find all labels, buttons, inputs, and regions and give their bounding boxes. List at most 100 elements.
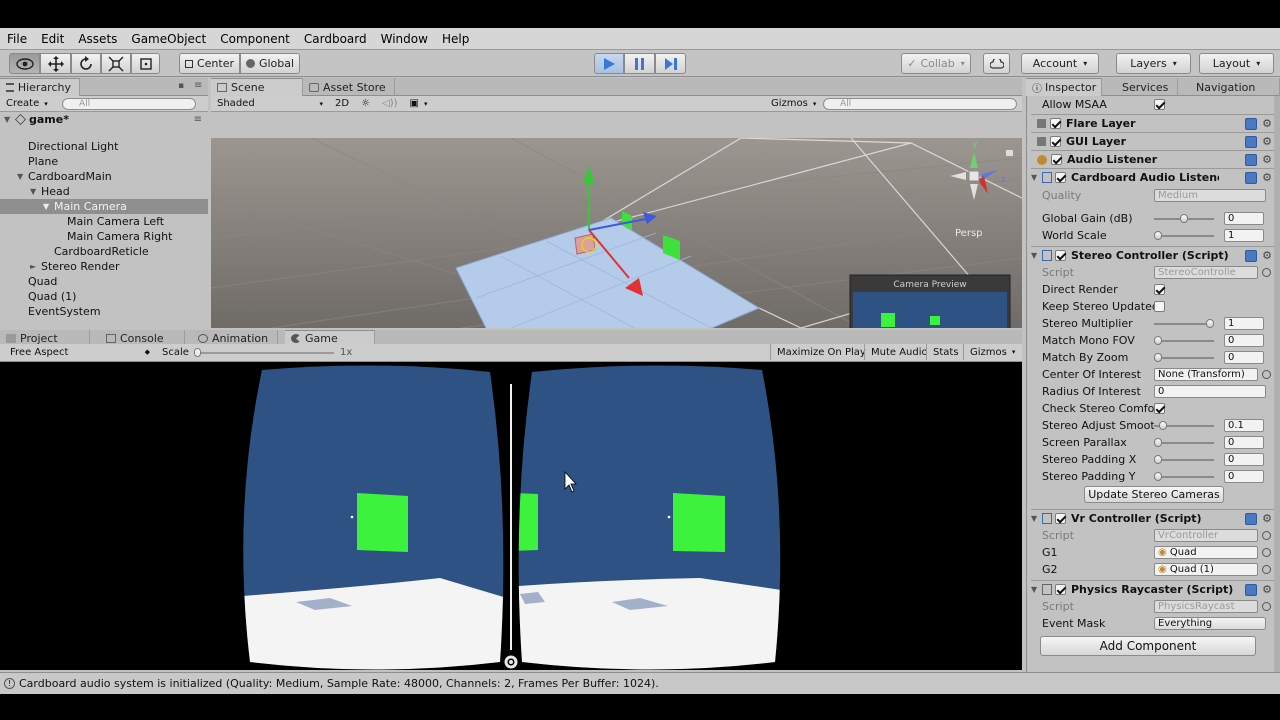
scale-tool-button[interactable] [101, 53, 131, 74]
match-mono-fov-slider[interactable] [1154, 334, 1214, 347]
hierarchy-item[interactable]: CardboardReticle [43, 244, 149, 259]
gizmos-dropdown[interactable]: Gizmos ▾ [765, 96, 822, 112]
object-picker-icon[interactable] [1262, 564, 1271, 574]
tab-asset-store[interactable]: Asset Store [303, 78, 395, 96]
menu-window[interactable]: Window [374, 32, 435, 46]
pivot-center-toggle[interactable]: Center [179, 53, 240, 74]
rotate-tool-button[interactable] [71, 53, 101, 74]
object-picker-icon[interactable] [1262, 530, 1271, 540]
sun-lighting-icon[interactable]: ☼ [355, 96, 376, 112]
allow-msaa-checkbox[interactable] [1154, 98, 1165, 110]
object-picker-icon[interactable] [1262, 601, 1271, 611]
stereo-controller-component[interactable]: ▼ Stereo Controller (Script) ⚙ [1031, 246, 1277, 264]
stereo-multiplier-slider[interactable] [1154, 317, 1214, 330]
g1-field[interactable]: ◉ Quad [1154, 545, 1258, 559]
menu-gameobject[interactable]: GameObject [124, 32, 213, 46]
help-book-icon[interactable] [1245, 136, 1257, 148]
center-of-interest-field[interactable]: None (Transform) [1154, 367, 1258, 381]
audio-listener-component[interactable]: Audio Listener ⚙ [1031, 150, 1277, 168]
stereo-padding-y-field[interactable]: 0 [1224, 469, 1264, 483]
tab-hierarchy[interactable]: Hierarchy [0, 78, 80, 96]
game-viewport[interactable] [0, 362, 1022, 670]
menu-component[interactable]: Component [213, 32, 297, 46]
pause-button[interactable] [624, 53, 655, 74]
stats-toggle[interactable]: Stats [926, 344, 965, 360]
hierarchy-item[interactable]: Directional Light [17, 139, 118, 154]
stereo-padding-y-slider[interactable] [1154, 470, 1214, 483]
gear-icon[interactable]: ⚙ [1261, 154, 1273, 166]
help-book-icon[interactable] [1245, 513, 1257, 525]
effects-image-icon[interactable]: ▣ ▾ [404, 96, 434, 112]
screen-parallax-slider[interactable] [1154, 436, 1214, 449]
menu-help[interactable]: Help [435, 32, 476, 46]
physics-raycaster-component[interactable]: ▼ Physics Raycaster (Script) ⚙ [1031, 580, 1277, 598]
gear-icon[interactable]: ⚙ [1261, 513, 1273, 525]
expand-arrow-icon[interactable]: ▼ [17, 172, 28, 181]
lock-icon[interactable] [1006, 150, 1013, 156]
play-button[interactable] [594, 53, 624, 74]
expand-arrow-icon[interactable]: ▼ [30, 187, 41, 196]
hierarchy-search-input[interactable]: All [62, 98, 196, 110]
hierarchy-item[interactable]: Quad (1) [17, 289, 76, 304]
hierarchy-item[interactable]: Main Camera Right [56, 229, 172, 244]
match-by-zoom-field[interactable]: 0 [1224, 350, 1264, 364]
scale-slider[interactable] [194, 348, 334, 357]
menu-edit[interactable]: Edit [34, 32, 71, 46]
g2-field[interactable]: ◉ Quad (1) [1154, 562, 1258, 576]
scene-search-input[interactable]: All [823, 98, 1017, 110]
gear-icon[interactable]: ⚙ [1261, 136, 1273, 148]
gear-icon[interactable]: ⚙ [1261, 118, 1273, 130]
stereo-adjust-slider[interactable] [1154, 419, 1214, 432]
keep-stereo-checkbox[interactable] [1154, 300, 1165, 312]
persp-label[interactable]: Persp [955, 228, 983, 239]
hierarchy-item[interactable]: EventSystem [17, 304, 101, 319]
expand-arrow-icon[interactable]: ► [30, 262, 41, 271]
game-gizmos-dropdown[interactable]: Gizmos ▾ [963, 344, 1021, 360]
help-book-icon[interactable] [1245, 584, 1257, 596]
help-book-icon[interactable] [1245, 118, 1257, 130]
mute-audio-toggle[interactable]: Mute Audio [864, 344, 934, 360]
stereo-padding-x-field[interactable]: 0 [1224, 452, 1264, 466]
cardboard-audio-listener-component[interactable]: ▼ Cardboard Audio Listener ( ⚙ [1031, 168, 1277, 186]
space-global-toggle[interactable]: Global [240, 53, 300, 74]
status-bar[interactable]: ! Cardboard audio system is initialized … [0, 672, 1280, 694]
world-scale-field[interactable]: 1 [1224, 228, 1264, 242]
screen-parallax-field[interactable]: 0 [1224, 435, 1264, 449]
move-tool-button[interactable] [40, 53, 71, 74]
shading-mode-dropdown[interactable]: Shaded ▾ [211, 96, 329, 112]
radius-of-interest-field[interactable]: 0 [1154, 384, 1266, 398]
vr-controller-component[interactable]: ▼ Vr Controller (Script) ⚙ [1031, 509, 1277, 527]
help-book-icon[interactable] [1245, 172, 1257, 184]
flare-layer-component[interactable]: Flare Layer ⚙ [1031, 114, 1277, 132]
gear-icon[interactable]: ⚙ [1261, 172, 1273, 184]
create-dropdown[interactable]: Create ▾ [0, 96, 54, 112]
hierarchy-item[interactable]: ▼ Main Camera [0, 199, 208, 214]
vr-controller-enabled-checkbox[interactable] [1055, 513, 1066, 524]
hierarchy-item[interactable]: ► Stereo Render [30, 259, 120, 274]
scale-slider-knob[interactable] [194, 348, 201, 357]
mode-2d-toggle[interactable]: 2D [329, 96, 355, 112]
layers-dropdown[interactable]: Layers ▾ [1116, 53, 1191, 74]
cardboard-audio-enabled-checkbox[interactable] [1055, 172, 1066, 183]
tab-navigation[interactable]: Navigation [1178, 78, 1280, 96]
global-gain-field[interactable]: 0 [1224, 211, 1264, 225]
step-button[interactable] [655, 53, 686, 74]
flare-layer-enabled-checkbox[interactable] [1050, 118, 1061, 129]
direct-render-checkbox[interactable] [1154, 283, 1165, 295]
account-dropdown[interactable]: Account ▾ [1021, 53, 1099, 74]
collab-dropdown[interactable]: ✓ Collab ▾ [901, 53, 971, 74]
stereo-controller-enabled-checkbox[interactable] [1055, 250, 1066, 261]
menu-cardboard[interactable]: Cardboard [297, 32, 374, 46]
help-book-icon[interactable] [1245, 154, 1257, 166]
audio-speaker-icon[interactable]: ◁)) [376, 96, 404, 112]
expand-arrow-icon[interactable]: ▼ [43, 202, 54, 211]
hierarchy-item[interactable]: Main Camera Left [56, 214, 164, 229]
stereo-adjust-field[interactable]: 0.1 [1224, 418, 1264, 432]
gear-icon[interactable]: ⚙ [1261, 250, 1273, 262]
menu-assets[interactable]: Assets [71, 32, 124, 46]
gui-layer-component[interactable]: GUI Layer ⚙ [1031, 132, 1277, 150]
menu-file[interactable]: File [0, 32, 34, 46]
layout-dropdown[interactable]: Layout ▾ [1199, 53, 1274, 74]
object-picker-icon[interactable] [1262, 267, 1271, 277]
scene-root-item[interactable]: ▼ game* ≡ [4, 112, 208, 127]
